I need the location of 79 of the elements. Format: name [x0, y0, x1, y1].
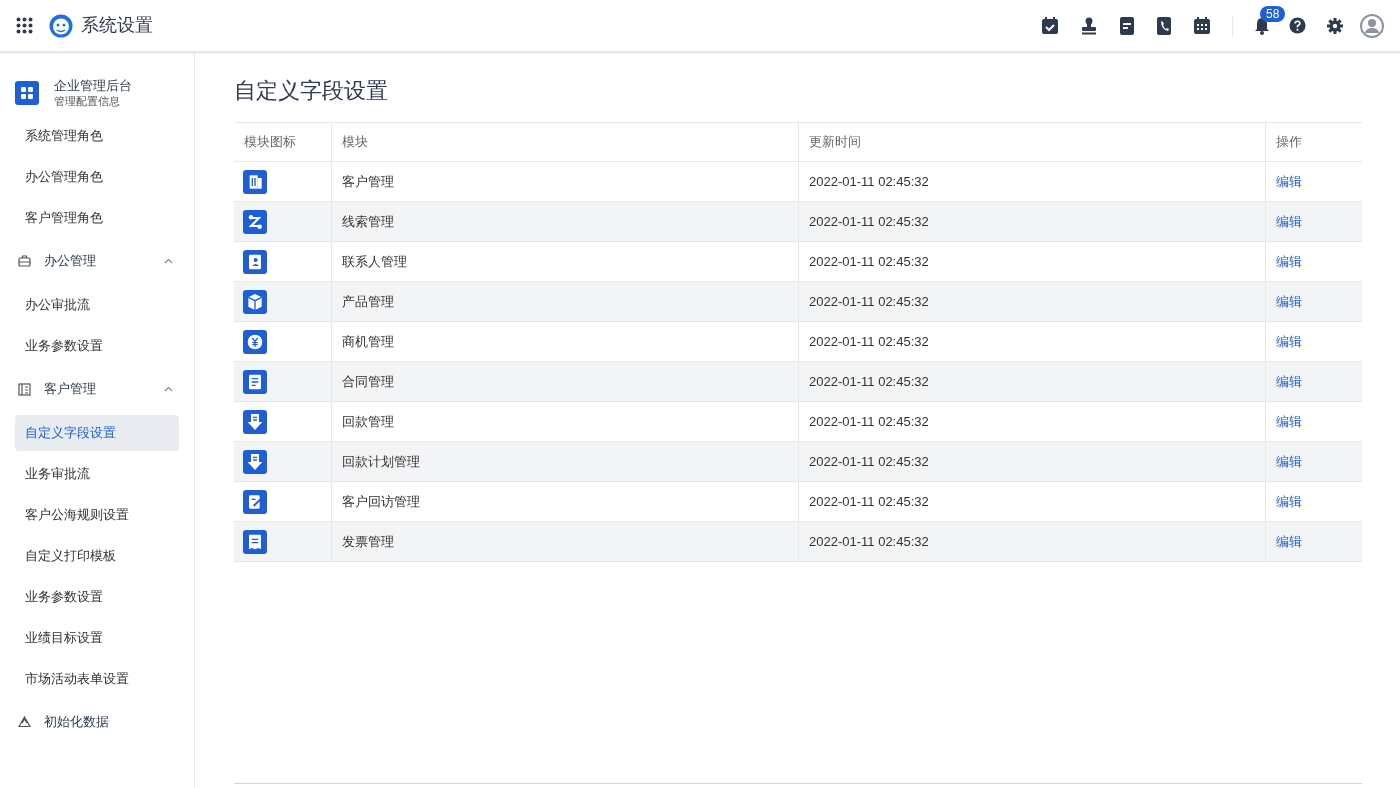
time-cell-text: 2022-01-11 02:45:32 — [809, 292, 929, 311]
sidebar-item[interactable]: 市场活动表单设置 — [15, 660, 179, 697]
edit-icon — [243, 489, 267, 514]
sidebar-item[interactable]: 业务参数设置 — [15, 578, 179, 615]
module-cell-text: 产品管理 — [342, 292, 394, 311]
briefcase-icon — [18, 255, 31, 267]
edit-link[interactable]: 编辑 — [1276, 531, 1302, 552]
edit-link[interactable]: 编辑 — [1276, 331, 1302, 352]
module-cell-text: 回款计划管理 — [342, 452, 420, 471]
sidebar-subtitle: 管理配置信息 — [54, 94, 121, 109]
sidebar-item[interactable]: 初始化数据 — [15, 699, 179, 745]
edit-link[interactable]: 编辑 — [1276, 211, 1302, 232]
sidebar-item[interactable]: 业务参数设置 — [15, 327, 179, 364]
edit-link[interactable]: 编辑 — [1276, 411, 1302, 432]
sidebar-item[interactable]: 系统管理角色 — [15, 117, 179, 154]
sidebar-group[interactable]: 客户管理 — [15, 366, 179, 412]
sidebar-group[interactable]: 办公管理 — [15, 238, 179, 284]
time-cell-text: 2022-01-11 02:45:32 — [809, 212, 929, 231]
connection-icon — [243, 209, 267, 234]
time-cell-text: 2022-01-11 02:45:32 — [809, 532, 929, 551]
sidebar-item[interactable]: 自定义打印模板 — [15, 537, 179, 574]
column-header: 模块 — [331, 123, 798, 161]
document-icon — [243, 369, 267, 394]
phone-book-icon[interactable] — [1156, 16, 1172, 35]
chevron-icon — [164, 258, 173, 264]
bell-icon[interactable] — [1254, 16, 1270, 35]
time-cell-text: 2022-01-11 02:45:32 — [809, 492, 929, 511]
time-cell-text: 2022-01-11 02:45:32 — [809, 172, 929, 191]
module-cell-text: 发票管理 — [342, 532, 394, 551]
time-cell-text: 2022-01-11 02:45:32 — [809, 332, 929, 351]
module-cell-text: 线索管理 — [342, 212, 394, 231]
building-icon — [243, 169, 267, 194]
module-cell-text: 联系人管理 — [342, 252, 407, 271]
calendar-check-icon[interactable] — [1041, 16, 1059, 35]
grid-app-icon — [15, 81, 39, 105]
sidebar-item[interactable]: 客户管理角色 — [15, 199, 179, 236]
sidebar-title: 企业管理后台 — [54, 77, 132, 94]
calendar-icon[interactable] — [1193, 16, 1211, 35]
time-cell-text: 2022-01-11 02:45:32 — [809, 372, 929, 391]
time-cell-text: 2022-01-11 02:45:32 — [809, 252, 929, 271]
edit-link[interactable]: 编辑 — [1276, 451, 1302, 472]
column-header: 操作 — [1265, 123, 1362, 161]
notification-badge: 58 — [1260, 5, 1286, 22]
time-cell-text: 2022-01-11 02:45:32 — [809, 412, 929, 431]
app-title: 系统设置 — [81, 14, 153, 37]
receipt-icon — [243, 529, 267, 554]
module-cell-text: 商机管理 — [342, 332, 394, 351]
edit-link[interactable]: 编辑 — [1276, 491, 1302, 512]
edit-link[interactable]: 编辑 — [1276, 291, 1302, 312]
edit-link[interactable]: 编辑 — [1276, 371, 1302, 392]
time-cell-text: 2022-01-11 02:45:32 — [809, 452, 929, 471]
sidebar-item[interactable]: 自定义字段设置 — [15, 414, 179, 451]
app-grid-icon[interactable] — [16, 17, 33, 34]
sidebar-item[interactable]: 办公管理角色 — [15, 158, 179, 195]
chevron-icon — [164, 386, 173, 392]
sidebar-item[interactable]: 客户公海规则设置 — [15, 496, 179, 533]
sidebar-item[interactable]: 办公审批流 — [15, 286, 179, 323]
edit-link[interactable]: 编辑 — [1276, 171, 1302, 192]
settings-icon[interactable] — [1327, 17, 1343, 34]
download-icon — [243, 409, 267, 434]
help-icon[interactable] — [1289, 17, 1306, 34]
building-icon — [18, 382, 31, 396]
stamp-icon[interactable] — [1080, 16, 1098, 35]
module-cell-text: 回款管理 — [342, 412, 394, 431]
module-cell-text: 客户回访管理 — [342, 492, 420, 511]
document-icon[interactable] — [1119, 16, 1135, 35]
cube-icon — [243, 289, 267, 314]
page-title: 自定义字段设置 — [234, 77, 389, 105]
coin-icon — [243, 329, 267, 354]
module-cell-text: 客户管理 — [342, 172, 394, 191]
sidebar-item[interactable]: 业务审批流 — [15, 455, 179, 492]
column-header: 模块图标 — [243, 133, 297, 152]
module-cell-text: 合同管理 — [342, 372, 394, 391]
sidebar-item[interactable]: 业绩目标设置 — [15, 619, 179, 656]
column-header: 更新时间 — [798, 123, 1265, 161]
contact-card-icon — [243, 249, 267, 274]
edit-link[interactable]: 编辑 — [1276, 251, 1302, 272]
avatar-icon[interactable] — [1360, 13, 1384, 38]
download-icon — [243, 449, 267, 474]
